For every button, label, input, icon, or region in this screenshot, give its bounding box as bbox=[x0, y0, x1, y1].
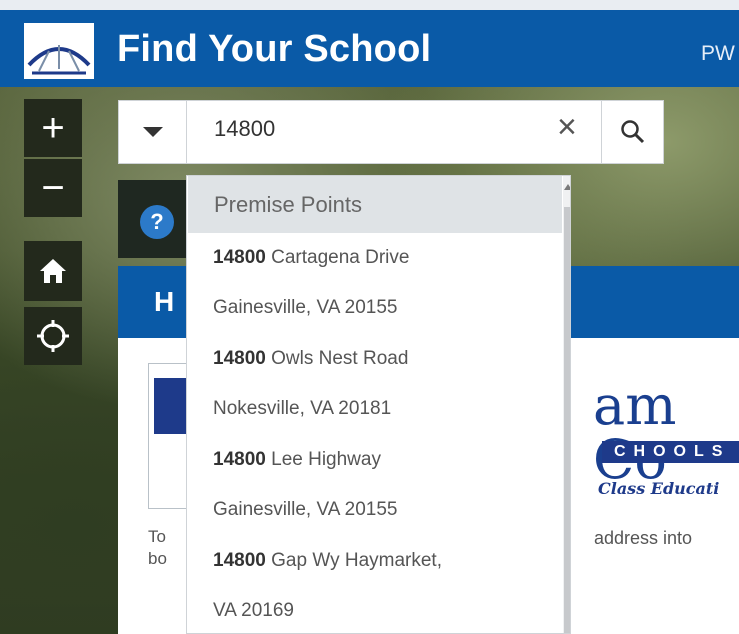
scroll-up-icon[interactable] bbox=[564, 184, 570, 190]
search-button[interactable] bbox=[601, 101, 664, 163]
brand-name: am Co bbox=[593, 374, 677, 487]
home-icon bbox=[40, 259, 66, 283]
suggestion-item[interactable]: 14800 Gap Wy Haymarket, VA 20169 bbox=[187, 536, 561, 633]
suggestion-rest: Cartagena Drive bbox=[265, 247, 410, 268]
brand-schools-text: CHOOLS bbox=[614, 443, 731, 460]
suggestion-list: 14800 Cartagena Drive Gainesville, VA 20… bbox=[187, 233, 561, 633]
suggestion-match: 14800 bbox=[213, 348, 266, 369]
suggestion-line2: Nokesville, VA 20181 bbox=[213, 398, 392, 419]
panel-text-left-line1: To bbox=[148, 527, 166, 546]
suggestion-match: 14800 bbox=[213, 449, 266, 470]
suggestion-rest: Owls Nest Road bbox=[265, 348, 409, 369]
brand-tagline: Class Educati bbox=[598, 479, 720, 498]
suggestion-match: 14800 bbox=[213, 550, 266, 571]
header-right-text[interactable]: PW bbox=[701, 42, 735, 66]
panel-title: H bbox=[154, 286, 175, 317]
zoom-out-button[interactable]: − bbox=[24, 159, 82, 217]
suggestion-item[interactable]: 14800 Cartagena Drive Gainesville, VA 20… bbox=[187, 233, 561, 334]
top-strip bbox=[0, 0, 739, 10]
locate-button[interactable] bbox=[24, 307, 82, 365]
suggestion-line1: 14800 Gap Wy Haymarket, bbox=[213, 550, 442, 572]
suggestion-scroll-thumb[interactable] bbox=[564, 207, 570, 633]
suggestion-item[interactable]: 14800 Owls Nest Road Nokesville, VA 2018… bbox=[187, 334, 561, 435]
suggestion-rest: Lee Highway bbox=[265, 449, 381, 470]
panel-text-right: address into bbox=[594, 528, 693, 548]
app-logo-icon bbox=[24, 23, 94, 79]
suggestion-line2: VA 20169 bbox=[213, 600, 295, 621]
brand-schools-bar: CHOOLS bbox=[602, 441, 739, 463]
chevron-down-icon bbox=[142, 127, 163, 137]
suggestion-line2: Gainesville, VA 20155 bbox=[213, 499, 398, 520]
suggestion-group-title: Premise Points bbox=[214, 192, 362, 217]
panel-text-left-line2: bo bbox=[148, 549, 167, 568]
search-input[interactable]: 14800 bbox=[214, 116, 275, 142]
suggestion-line1: 14800 Cartagena Drive bbox=[213, 247, 409, 269]
suggestion-match: 14800 bbox=[213, 247, 266, 268]
zoom-in-button[interactable]: + bbox=[24, 99, 82, 157]
search-bar: 14800 × bbox=[118, 100, 664, 164]
suggestion-rest: Gap Wy Haymarket, bbox=[265, 550, 442, 571]
search-source-dropdown[interactable] bbox=[119, 101, 187, 163]
suggestion-item[interactable]: 14800 Lee Highway Gainesville, VA 20155 bbox=[187, 435, 561, 536]
home-button[interactable] bbox=[24, 241, 82, 301]
suggestion-line2: Gainesville, VA 20155 bbox=[213, 297, 398, 318]
search-icon bbox=[621, 120, 645, 144]
suggestion-line1: 14800 Owls Nest Road bbox=[213, 348, 408, 370]
suggestion-group-header: Premise Points bbox=[188, 176, 562, 233]
app-header: Find Your School PW bbox=[0, 10, 739, 87]
panel-text-left: To bo bbox=[148, 526, 167, 570]
locate-icon bbox=[37, 320, 69, 352]
help-icon[interactable]: ? bbox=[140, 205, 174, 239]
clear-icon[interactable]: × bbox=[557, 108, 577, 147]
search-suggestions: Premise Points 14800 Cartagena Drive Gai… bbox=[186, 175, 571, 634]
app-title: Find Your School bbox=[117, 28, 432, 70]
suggestion-line1: 14800 Lee Highway bbox=[213, 449, 381, 471]
